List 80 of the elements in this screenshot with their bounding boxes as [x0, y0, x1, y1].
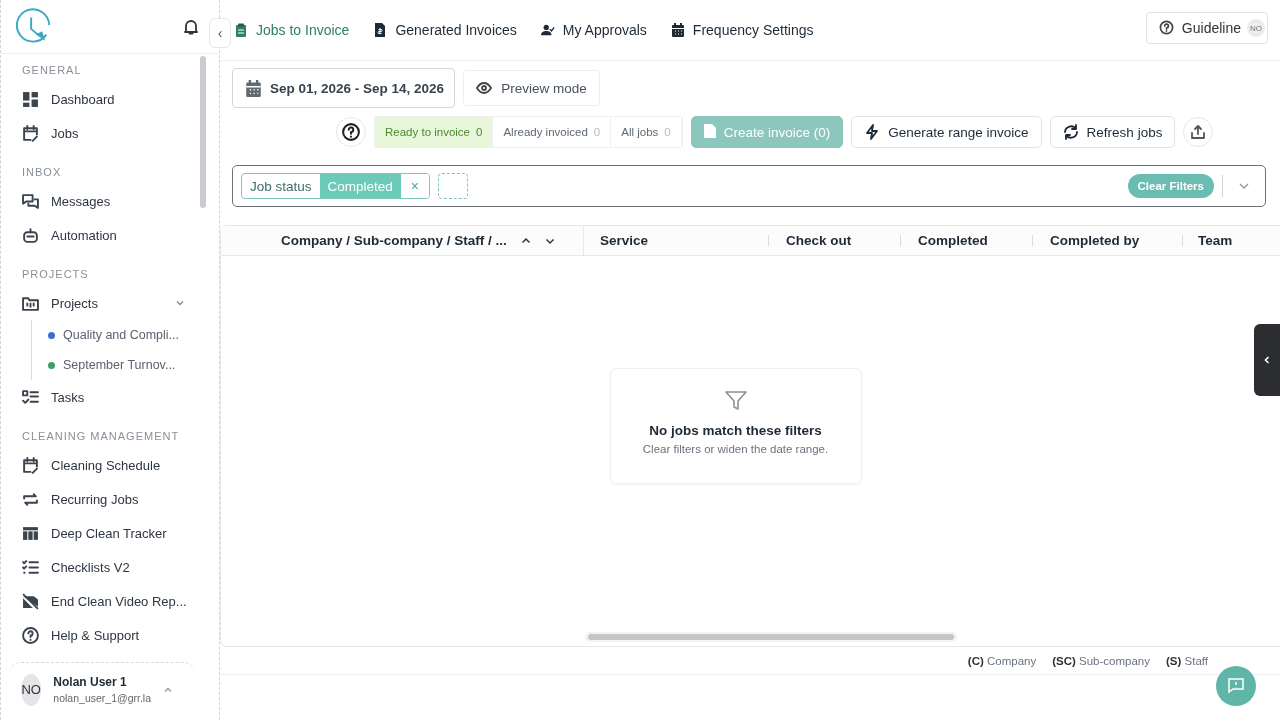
sidebar-item[interactable]: Jobs — [1, 116, 191, 150]
sidebar-item[interactable]: Projects — [1, 286, 191, 320]
help-button[interactable] — [336, 117, 366, 147]
bell-icon — [183, 18, 199, 35]
scrollbar-thumb[interactable] — [588, 634, 954, 640]
legend-item: (C) Company — [967, 654, 1037, 667]
repeat-icon — [22, 490, 39, 508]
share-button[interactable] — [1183, 117, 1214, 147]
message-icon — [1227, 677, 1245, 695]
empty-state-title: No jobs match these filters — [649, 423, 822, 438]
sidebar-item[interactable]: Checklists V2 — [1, 550, 191, 584]
tab[interactable]: Generated Invoices — [373, 18, 517, 42]
date-range-button[interactable]: Sep 01, 2026 - Sep 14, 2026 — [232, 68, 456, 108]
lightning-icon — [864, 123, 881, 141]
help-icon — [1158, 19, 1176, 37]
calendar-icon — [245, 79, 262, 97]
tab[interactable]: Frequency Settings — [670, 18, 814, 42]
calendar-icon — [22, 124, 39, 142]
tab[interactable]: My Approvals — [540, 18, 647, 42]
help-icon — [342, 123, 360, 141]
upload-icon — [1190, 124, 1207, 140]
preview-button[interactable]: Preview mode — [463, 70, 600, 106]
sidebar-item[interactable]: Tasks — [1, 380, 191, 414]
robot-icon — [22, 226, 39, 244]
chat-icon — [22, 192, 39, 210]
add-filter-placeholder[interactable] — [438, 173, 469, 199]
project-item[interactable]: September Turnov... — [48, 350, 176, 380]
sort-up-icon[interactable] — [520, 235, 531, 246]
scrollbar-thumb[interactable] — [200, 56, 206, 208]
sidebar-item[interactable]: Automation — [1, 218, 191, 252]
user-card[interactable]: NO Nolan User 1 nolan_user_1@grr.la — [9, 662, 195, 716]
video-off-icon — [22, 592, 39, 610]
column-header: Company / Sub-company / Staff / ... — [281, 233, 507, 248]
feedback-button[interactable] — [1216, 666, 1256, 706]
dashboard-icon — [22, 90, 39, 108]
drawer-toggle-button[interactable] — [1254, 324, 1280, 396]
empty-state-message: Clear filters or widen the date range. — [642, 443, 829, 455]
folder-icon — [22, 294, 39, 312]
table-icon — [22, 524, 39, 542]
avatar: NO — [21, 673, 42, 706]
task-list-icon — [22, 388, 39, 406]
tab[interactable]: Jobs to Invoice — [234, 18, 350, 42]
user-name: Nolan User 1 — [53, 675, 128, 689]
section-title: CLEANING MANAGEMENT — [21, 429, 181, 444]
column-header: Service — [599, 232, 650, 250]
user-email: nolan_user_1@grr.la — [53, 692, 151, 704]
document-icon — [703, 123, 716, 141]
legend-item: (SC) Sub-company — [1052, 654, 1150, 667]
section-title: GENERAL — [21, 63, 83, 78]
column-header: Check out — [768, 226, 900, 255]
column-header: Completed — [900, 226, 1032, 255]
help-icon — [22, 626, 39, 644]
generate-invoice-button[interactable]: Generate range invoice — [851, 116, 1042, 148]
refresh-icon — [1062, 123, 1079, 141]
checklist-icon — [22, 558, 39, 576]
clipboard-icon — [234, 23, 248, 37]
section-title: INBOX — [21, 165, 63, 180]
sidebar-item[interactable]: Recurring Jobs — [1, 482, 191, 516]
collapse-button[interactable]: ‹ — [209, 18, 231, 48]
calendar-icon — [670, 23, 685, 37]
chevron-icon — [1262, 355, 1272, 365]
user-check-icon — [540, 23, 555, 37]
project-item[interactable]: Quality and Compli... — [48, 320, 180, 350]
sidebar-item[interactable]: End Clean Video Rep... — [1, 584, 191, 618]
funnel-icon — [723, 389, 748, 413]
logo-icon — [15, 7, 53, 46]
column-header: Team — [1182, 226, 1233, 255]
legend-item: (S) Staff — [1166, 654, 1208, 667]
column-header: Completed by — [1032, 226, 1182, 255]
sidebar-item[interactable]: Help & Support — [1, 618, 191, 652]
sidebar-item[interactable]: Messages — [1, 184, 191, 218]
sidebar-item[interactable]: Dashboard — [1, 82, 191, 116]
status-filter-tab[interactable]: Ready to invoice 0 — [375, 117, 494, 147]
sidebar-item[interactable]: Deep Clean Tracker — [1, 516, 191, 550]
sidebar-item[interactable]: Cleaning Schedule — [1, 448, 191, 482]
calendar-icon — [22, 456, 39, 474]
eye-icon — [476, 79, 494, 97]
refresh-button[interactable]: Refresh jobs — [1049, 116, 1176, 148]
invoice-icon — [373, 23, 388, 37]
section-title: PROJECTS — [21, 267, 90, 282]
